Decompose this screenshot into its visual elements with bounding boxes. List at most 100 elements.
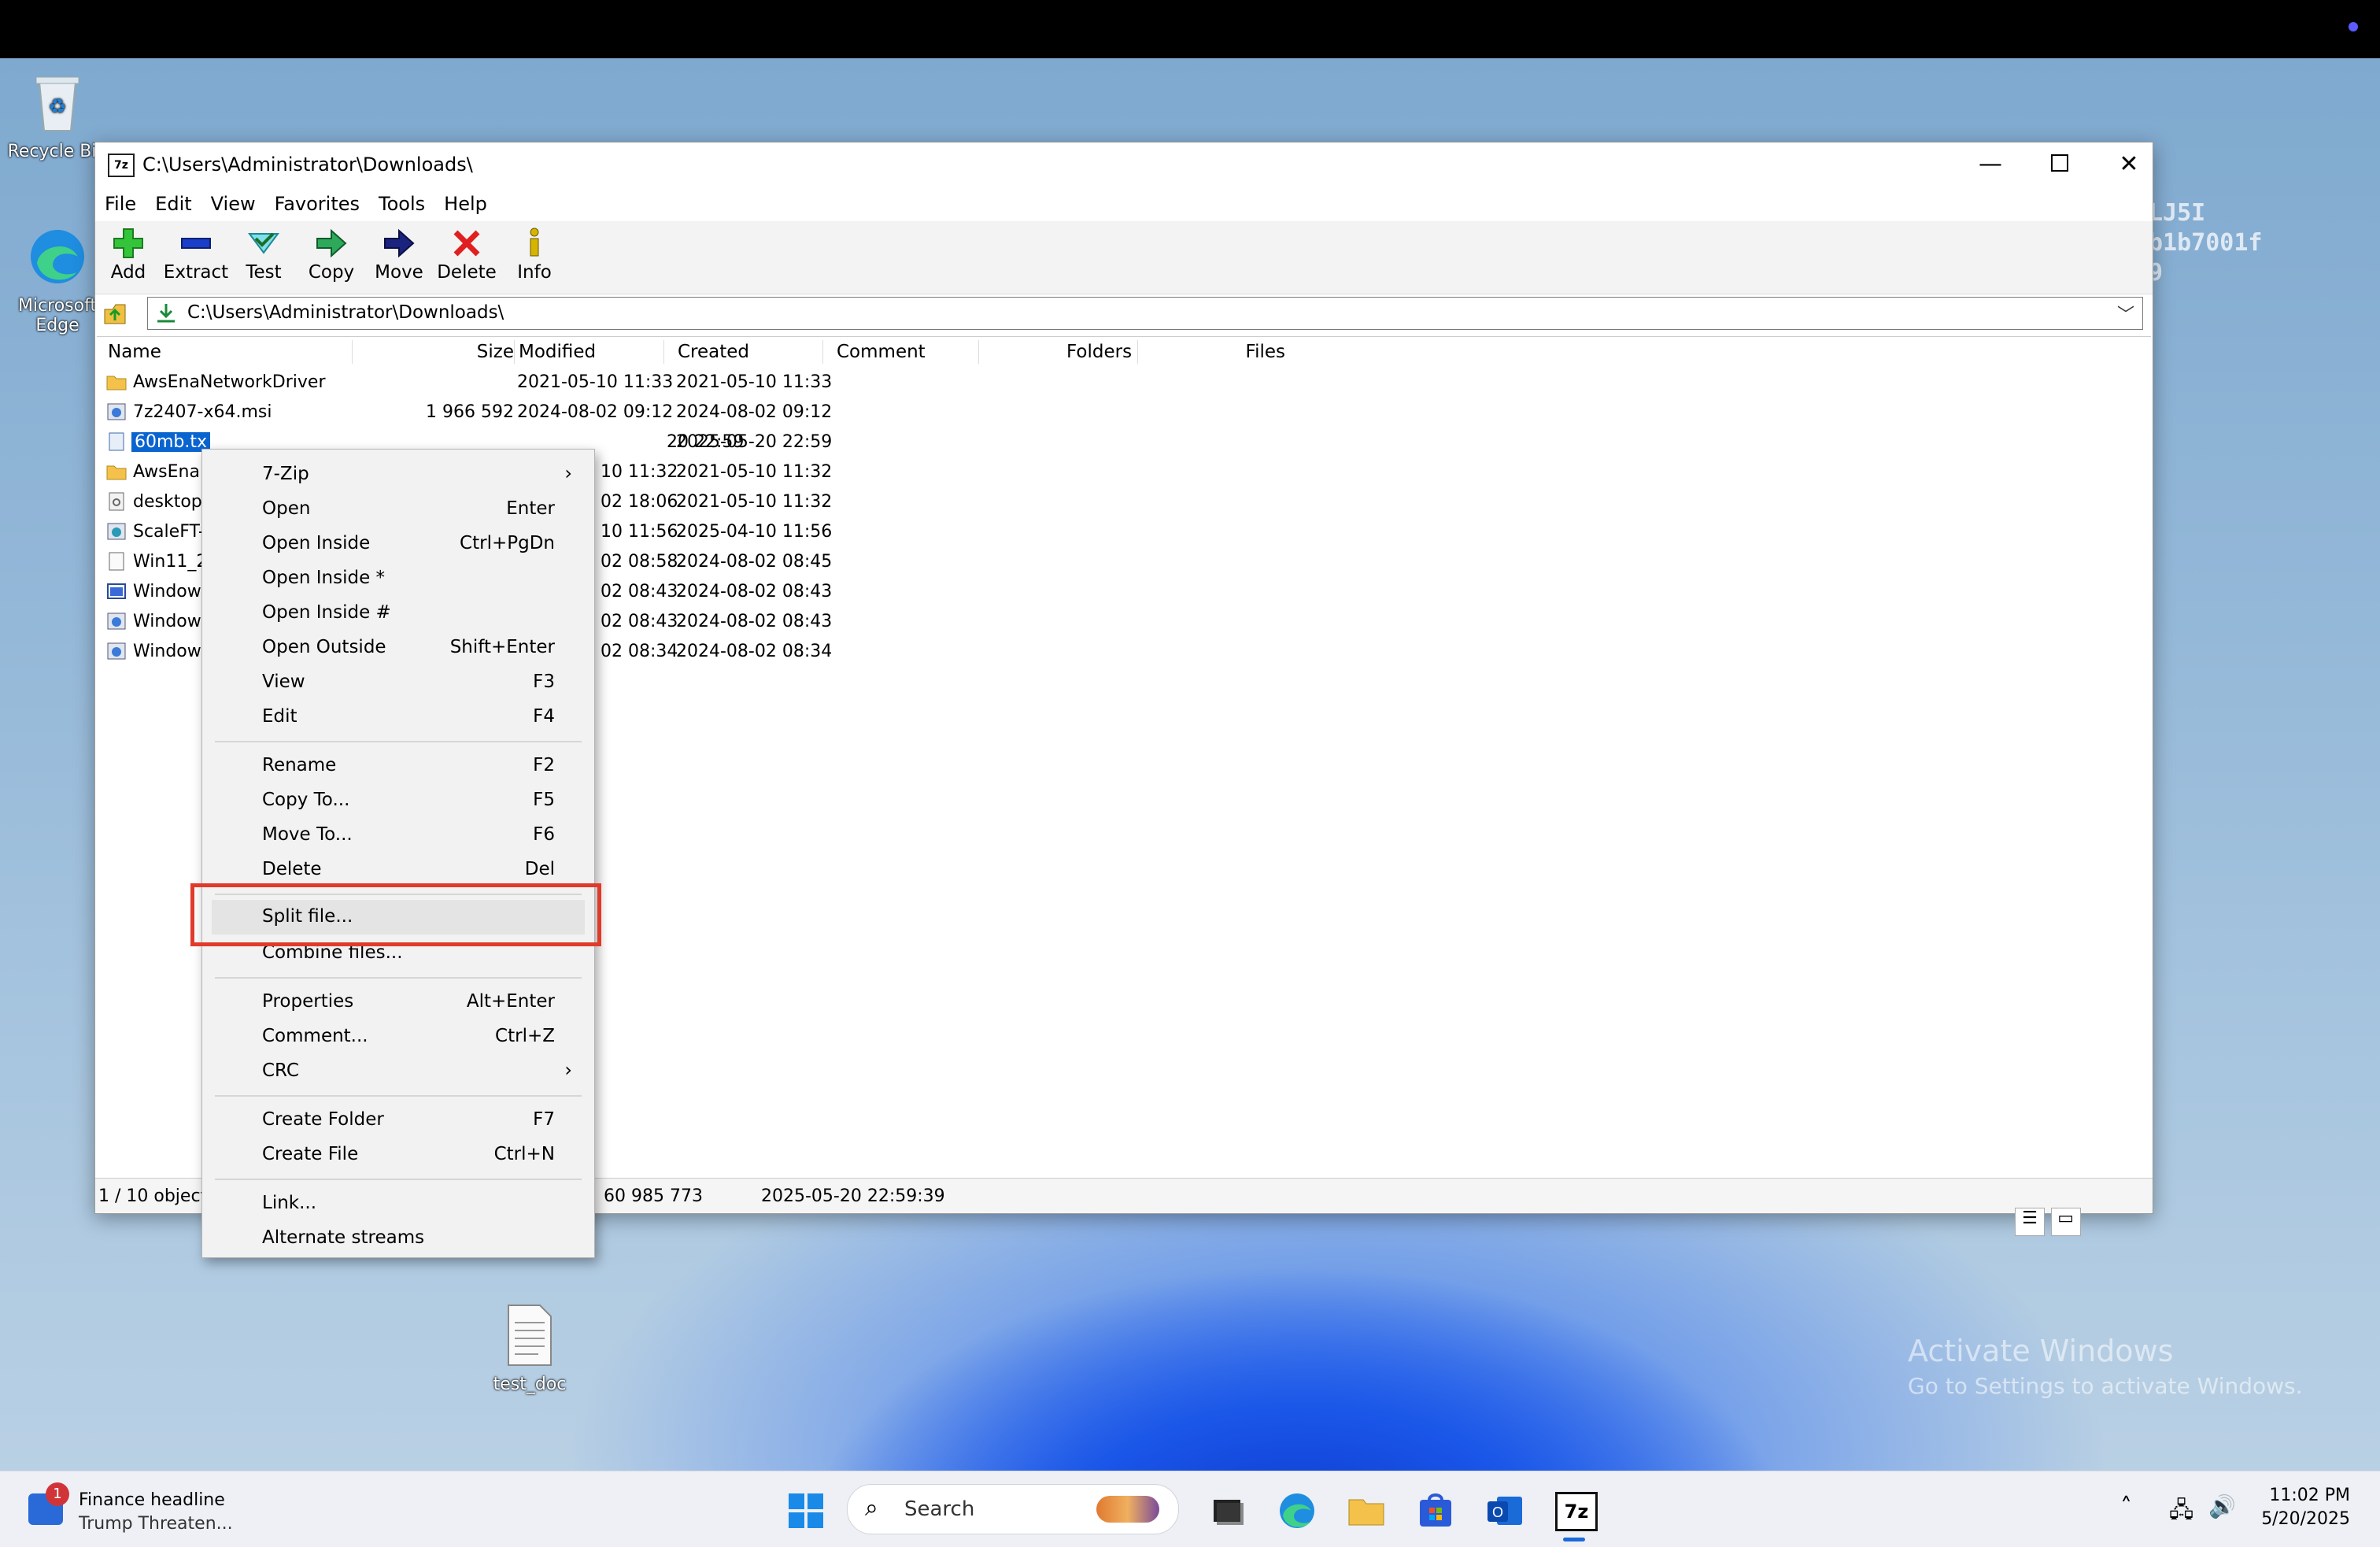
menu-item-shortcut: F3 — [533, 672, 555, 692]
file-row[interactable]: AwsEnaNetworkDriver 2021-05-10 11:33 202… — [97, 367, 2151, 397]
activate-windows-watermark: Activate Windows Go to Settings to activ… — [1908, 1334, 2303, 1399]
start-button[interactable] — [784, 1489, 828, 1533]
menu-separator — [215, 1179, 582, 1180]
file-name: Window — [133, 612, 201, 631]
document-icon — [479, 1304, 581, 1371]
network-icon[interactable]: 🖧 — [2169, 1493, 2193, 1531]
col-folders[interactable]: Folders — [1066, 342, 1132, 362]
add-button[interactable]: Add — [95, 226, 161, 283]
menu-item-rename[interactable]: Rename F2 — [202, 749, 594, 783]
file-modified: 2024-08-02 09:12 — [517, 402, 674, 422]
preview-view-icon[interactable]: ▭ — [2050, 1208, 2081, 1236]
file-created: 2024-08-02 08:45 — [676, 552, 833, 572]
menu-item-open-inside-hash[interactable]: Open Inside # — [202, 596, 594, 631]
volume-icon[interactable]: 🔊 — [2208, 1493, 2236, 1519]
copy-label: Copy — [308, 262, 355, 283]
column-separator — [978, 340, 979, 364]
col-files[interactable]: Files — [1230, 342, 1285, 362]
task-view-icon[interactable] — [1206, 1489, 1250, 1533]
chevron-down-icon[interactable]: ﹀ — [2117, 301, 2134, 326]
menu-item-open-outside[interactable]: Open Outside Shift+Enter — [202, 631, 594, 665]
menu-item-label: Open Inside # — [262, 602, 391, 623]
maximize-button[interactable] — [2036, 149, 2083, 180]
menu-item-move-to[interactable]: Move To... F6 — [202, 818, 594, 853]
menu-file[interactable]: File — [95, 188, 146, 220]
menu-item-view[interactable]: View F3 — [202, 665, 594, 700]
news-subtitle: Trump Threaten... — [79, 1514, 233, 1534]
delete-button[interactable]: Delete — [434, 226, 500, 283]
edge-taskbar-icon[interactable] — [1275, 1489, 1319, 1533]
address-bar[interactable]: C:\Users\Administrator\Downloads\ ﹀ — [147, 297, 2143, 330]
col-name[interactable]: Name — [108, 342, 161, 362]
column-header: Name Size Modified Created Comment Folde… — [97, 337, 2151, 367]
col-created[interactable]: Created — [678, 342, 749, 362]
menu-item-shortcut: Alt+Enter — [466, 991, 555, 1012]
menu-help[interactable]: Help — [434, 188, 497, 220]
details-view-icon[interactable]: ☰ — [2015, 1208, 2045, 1236]
extract-icon — [163, 226, 229, 262]
extract-label: Extract — [163, 262, 229, 283]
file-name: Window — [133, 582, 201, 601]
chevron-right-icon: › — [564, 462, 572, 484]
svg-text:O: O — [1492, 1504, 1503, 1520]
menu-item-copy-to[interactable]: Copy To... F5 — [202, 783, 594, 818]
edge-desktop-icon[interactable]: Microsoft Edge — [6, 225, 109, 335]
taskbar-search[interactable]: ⌕ Search — [847, 1484, 1179, 1534]
info-button[interactable]: Info — [501, 226, 567, 283]
menu-item-shortcut: Ctrl+PgDn — [460, 533, 555, 553]
file-row[interactable]: 7z2407-x64.msi 1 966 592 2024-08-02 09:1… — [97, 397, 2151, 427]
menu-item-create-folder[interactable]: Create Folder F7 — [202, 1103, 594, 1138]
col-modified[interactable]: Modified — [519, 342, 596, 362]
menu-favorites[interactable]: Favorites — [265, 188, 369, 220]
store-icon[interactable] — [1414, 1489, 1458, 1533]
7zip-taskbar-icon[interactable]: 7z — [1552, 1489, 1598, 1541]
file-modified: 2021-05-10 11:33 — [517, 372, 674, 392]
menu-item-label: Open Inside — [262, 533, 371, 553]
menu-item-open-inside[interactable]: Open Inside Ctrl+PgDn — [202, 527, 594, 561]
menu-item-comment[interactable]: Comment... Ctrl+Z — [202, 1020, 594, 1054]
minimize-button[interactable]: — — [1967, 149, 2014, 180]
chevron-up-icon[interactable]: ˄ — [2120, 1493, 2132, 1521]
col-size[interactable]: Size — [467, 342, 514, 362]
menu-item-link[interactable]: Link... — [202, 1186, 594, 1221]
7zip-app-icon: 7z — [108, 154, 135, 177]
menu-item-open[interactable]: Open Enter — [202, 492, 594, 527]
menu-tools[interactable]: Tools — [369, 188, 434, 220]
move-button[interactable]: Move — [366, 226, 432, 283]
menu-edit[interactable]: Edit — [146, 188, 201, 220]
activate-title: Activate Windows — [1908, 1334, 2174, 1368]
menu-view[interactable]: View — [201, 188, 265, 220]
file-modified: 02 08:43 — [601, 582, 678, 601]
menu-item-open-inside-star[interactable]: Open Inside * — [202, 561, 594, 596]
menu-item-alternate-streams[interactable]: Alternate streams — [202, 1221, 594, 1256]
clock[interactable]: 11:02 PM 5/20/2025 — [2261, 1484, 2350, 1531]
close-button[interactable]: ✕ — [2105, 149, 2153, 180]
file-explorer-icon[interactable] — [1344, 1489, 1388, 1533]
folder-icon — [106, 372, 127, 392]
menu-item-create-file[interactable]: Create File Ctrl+N — [202, 1138, 594, 1172]
file-name: 7z2407-x64.msi — [133, 402, 272, 422]
menu-item-delete[interactable]: Delete Del — [202, 853, 594, 887]
test-button[interactable]: Test — [231, 226, 297, 283]
copy-button[interactable]: Copy — [298, 226, 364, 283]
recycle-bin-icon: ♻ — [6, 71, 109, 139]
menu-item-shortcut: Del — [524, 859, 555, 879]
title-bar[interactable]: 7z C:\Users\Administrator\Downloads\ — ✕ — [95, 142, 2153, 187]
recycle-bin-desktop-icon[interactable]: ♻ Recycle Bin — [6, 71, 109, 161]
up-folder-icon[interactable] — [102, 300, 128, 331]
menu-item-label: Rename — [262, 755, 337, 775]
menu-item-properties[interactable]: Properties Alt+Enter — [202, 985, 594, 1020]
menu-item-label: Create File — [262, 1144, 359, 1164]
menu-item-crc[interactable]: CRC › — [202, 1054, 594, 1089]
extract-button[interactable]: Extract — [163, 226, 229, 283]
outlook-icon[interactable]: O — [1483, 1489, 1527, 1533]
menu-item-7zip[interactable]: 7-Zip › — [202, 457, 594, 492]
menu-item-edit[interactable]: Edit F4 — [202, 700, 594, 735]
background-text: LJ5I b1b7001f 9 — [2149, 198, 2263, 288]
menu-item-shortcut: F4 — [533, 706, 555, 727]
menu-item-label: 7-Zip — [262, 464, 309, 484]
col-comment[interactable]: Comment — [837, 342, 926, 362]
menu-item-label: Alternate streams — [262, 1227, 425, 1248]
test-doc-desktop-icon[interactable]: test_doc — [479, 1304, 581, 1394]
installer-icon — [106, 402, 127, 422]
